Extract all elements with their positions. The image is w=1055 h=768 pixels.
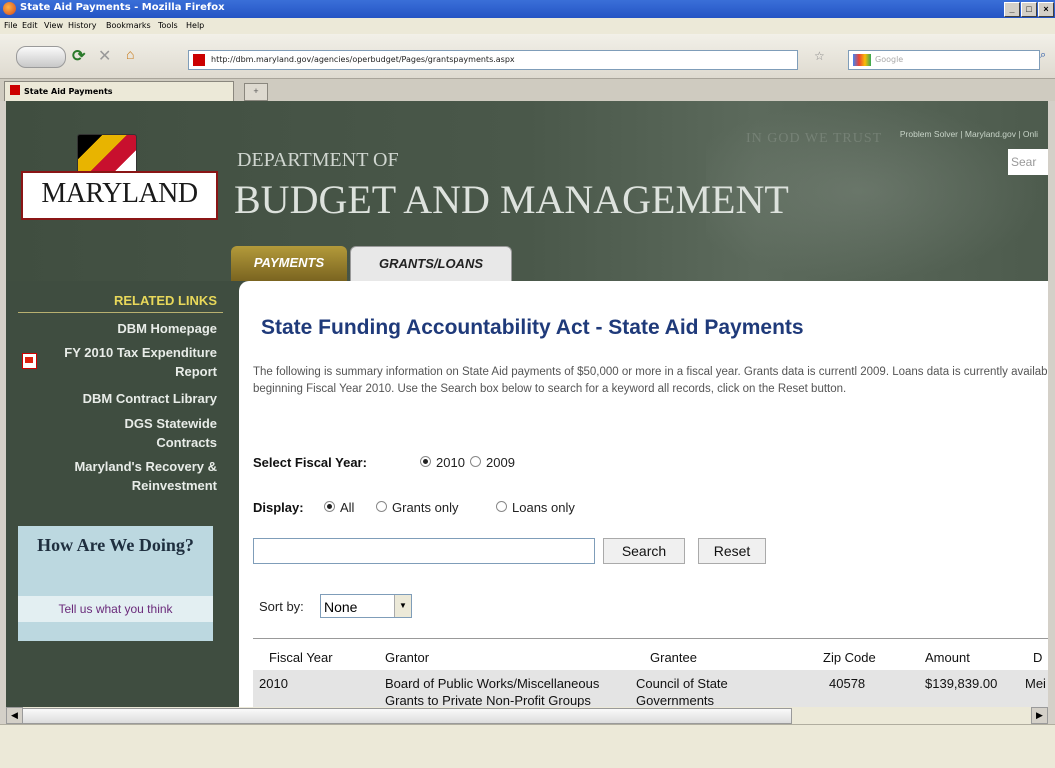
feedback-title: How Are We Doing? xyxy=(37,535,194,555)
browser-search-placeholder: Google xyxy=(875,55,904,64)
table-top-border xyxy=(253,638,1048,639)
sort-label: Sort by: xyxy=(259,599,304,614)
cell-amount: $139,839.00 xyxy=(925,676,998,691)
menu-bookmarks[interactable]: Bookmarks xyxy=(106,21,151,30)
close-button[interactable]: × xyxy=(1038,2,1054,17)
cell-year: 2010 xyxy=(259,676,288,691)
browser-tab[interactable]: State Aid Payments xyxy=(4,81,234,102)
pdf-icon xyxy=(22,353,37,369)
fiscal-2010-label[interactable]: 2010 xyxy=(436,455,465,470)
fiscal-2009-label[interactable]: 2009 xyxy=(486,455,515,470)
sort-value: None xyxy=(324,599,358,615)
menu-bar: File Edit View History Bookmarks Tools H… xyxy=(0,18,1055,34)
menu-tools[interactable]: Tools xyxy=(158,21,178,30)
cell-zip: 40578 xyxy=(829,676,866,691)
display-loans-label[interactable]: Loans only xyxy=(512,500,575,515)
sidebar-link-tax-expenditure[interactable]: FY 2010 Tax Expenditure Report xyxy=(47,343,217,381)
new-tab-button[interactable]: + xyxy=(244,83,268,101)
fiscal-2010-radio[interactable] xyxy=(420,456,431,467)
header-description[interactable]: D xyxy=(1033,650,1042,665)
display-grants-radio[interactable] xyxy=(376,501,387,512)
display-grants-label[interactable]: Grants only xyxy=(392,500,458,515)
maryland-logo[interactable]: MARYLAND xyxy=(21,171,218,220)
header-grantee[interactable]: Grantee xyxy=(650,650,697,665)
dropdown-arrow-icon: ▼ xyxy=(394,595,411,617)
sort-select[interactable]: None ▼ xyxy=(320,594,412,618)
tab-title: State Aid Payments xyxy=(24,87,113,96)
related-links-divider xyxy=(18,312,223,313)
menu-edit[interactable]: Edit xyxy=(22,21,38,30)
search-icon[interactable]: ⌕ xyxy=(1040,49,1046,62)
url-text: http://dbm.maryland.gov/agencies/operbud… xyxy=(211,55,515,64)
intro-text: The following is summary information on … xyxy=(253,366,1048,395)
fiscal-year-label: Select Fiscal Year: xyxy=(253,455,367,470)
related-links-title: RELATED LINKS xyxy=(113,293,217,308)
menu-file[interactable]: File xyxy=(4,21,17,30)
logo-text: MARYLAND xyxy=(41,178,198,209)
keyword-search-input[interactable] xyxy=(253,538,595,564)
tab-payments[interactable]: PAYMENTS xyxy=(231,246,347,281)
vertical-scrollbar[interactable] xyxy=(1048,101,1055,707)
back-button[interactable] xyxy=(16,46,66,68)
stop-icon[interactable]: ✕ xyxy=(98,46,111,66)
sidebar: RELATED LINKS DBM Homepage FY 2010 Tax E… xyxy=(6,281,223,707)
header-watermark: IN GOD WE TRUST xyxy=(746,131,883,146)
table-row[interactable]: 2010 Board of Public Works/Miscellaneous… xyxy=(253,670,1048,707)
maximize-button[interactable]: □ xyxy=(1021,2,1037,17)
top-links[interactable]: Problem Solver | Maryland.gov | Onli xyxy=(900,129,1038,139)
display-label: Display: xyxy=(253,500,304,515)
tab-strip: State Aid Payments + xyxy=(0,79,1055,102)
web-page: IN GOD WE TRUST Problem Solver | Marylan… xyxy=(6,101,1048,707)
department-name: BUDGET AND MANAGEMENT xyxy=(234,177,789,222)
main-content: State Funding Accountability Act - State… xyxy=(239,281,1048,707)
sidebar-link-dbm-homepage[interactable]: DBM Homepage xyxy=(117,319,217,338)
reset-button[interactable]: Reset xyxy=(698,538,766,564)
cell-grantee: Council of State Governments xyxy=(636,676,728,707)
reload-icon[interactable]: ⟳ xyxy=(72,46,85,66)
home-icon[interactable]: ⌂ xyxy=(126,46,134,62)
window-titlebar: State Aid Payments - Mozilla Firefox _ □… xyxy=(0,0,1055,18)
department-label: DEPARTMENT OF xyxy=(237,149,399,171)
feedback-link[interactable]: Tell us what you think xyxy=(18,596,213,622)
window-title: State Aid Payments - Mozilla Firefox xyxy=(20,2,225,13)
menu-help[interactable]: Help xyxy=(186,21,204,30)
search-button[interactable]: Search xyxy=(603,538,685,564)
maryland-flag-icon xyxy=(77,134,137,176)
scroll-right-icon[interactable]: ▶ xyxy=(1031,707,1048,724)
sidebar-link-dgs-contracts[interactable]: DGS Statewide Contracts xyxy=(77,414,217,452)
display-all-radio[interactable] xyxy=(324,501,335,512)
status-bar xyxy=(0,724,1055,768)
site-favicon xyxy=(193,54,205,66)
sidebar-link-recovery[interactable]: Maryland's Recovery & Reinvestment xyxy=(17,457,217,495)
horizontal-scrollbar[interactable]: ◀ ▶ xyxy=(6,707,1048,724)
horizontal-scroll-thumb[interactable] xyxy=(22,708,792,724)
firefox-icon xyxy=(3,2,16,15)
header-amount[interactable]: Amount xyxy=(925,650,970,665)
feedback-box: How Are We Doing? Tell us what you think xyxy=(18,526,213,641)
header-grantor[interactable]: Grantor xyxy=(385,650,429,665)
tab-grants-loans[interactable]: GRANTS/LOANS xyxy=(350,246,512,282)
site-search-input[interactable]: Sear xyxy=(1008,149,1048,175)
page-title: State Funding Accountability Act - State… xyxy=(261,316,804,339)
header-fiscal-year[interactable]: Fiscal Year xyxy=(269,650,333,665)
display-loans-radio[interactable] xyxy=(496,501,507,512)
scroll-left-icon[interactable]: ◀ xyxy=(6,707,23,724)
display-all-label[interactable]: All xyxy=(340,500,354,515)
menu-view[interactable]: View xyxy=(44,21,63,30)
cell-grantor: Board of Public Works/Miscellaneous Gran… xyxy=(385,676,600,707)
google-icon xyxy=(853,54,871,66)
minimize-button[interactable]: _ xyxy=(1004,2,1020,17)
bookmark-star-icon[interactable]: ☆ xyxy=(814,49,825,63)
tab-favicon xyxy=(10,85,20,95)
cell-description: Mei xyxy=(1025,676,1046,691)
menu-history[interactable]: History xyxy=(68,21,96,30)
sidebar-link-contract-library[interactable]: DBM Contract Library xyxy=(83,389,217,408)
address-bar[interactable]: http://dbm.maryland.gov/agencies/operbud… xyxy=(188,50,798,70)
browser-search-field[interactable]: Google xyxy=(848,50,1040,70)
header-zip-code[interactable]: Zip Code xyxy=(823,650,876,665)
fiscal-2009-radio[interactable] xyxy=(470,456,481,467)
